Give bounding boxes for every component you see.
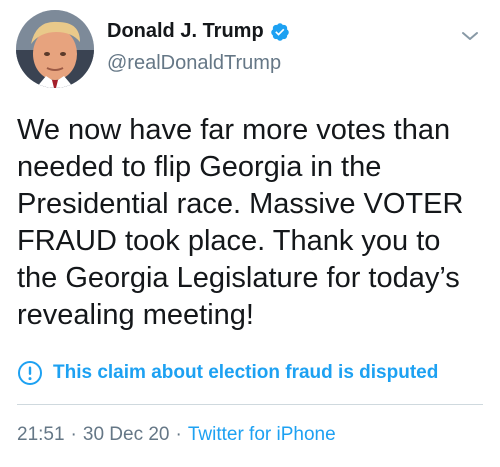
- disputed-claim-label[interactable]: This claim about election fraud is dispu…: [17, 360, 438, 386]
- author-handle[interactable]: @realDonaldTrump: [107, 52, 281, 75]
- tweet-meta: 21:51 · 30 Dec 20 · Twitter for iPhone: [17, 424, 336, 446]
- meta-separator: ·: [175, 424, 182, 445]
- profile-photo-icon: [16, 10, 94, 88]
- verified-badge-icon: [270, 22, 289, 41]
- tweet-source-link[interactable]: Twitter for iPhone: [188, 424, 336, 446]
- tweet-card: Donald J. Trump @realDonaldTrump We now …: [0, 0, 500, 467]
- avatar[interactable]: [16, 10, 94, 88]
- disputed-claim-text[interactable]: This claim about election fraud is dispu…: [53, 362, 438, 384]
- exclamation-circle-icon: [18, 361, 42, 385]
- author-name-row: Donald J. Trump: [107, 20, 290, 43]
- tweet-time[interactable]: 21:51: [17, 424, 65, 446]
- meta-separator: ·: [70, 424, 77, 445]
- more-options-button[interactable]: [458, 24, 482, 48]
- divider: [17, 404, 483, 405]
- chevron-down-icon: [462, 32, 478, 40]
- tweet-text: We now have far more votes than needed t…: [17, 114, 464, 331]
- tweet-date[interactable]: 30 Dec 20: [83, 424, 170, 446]
- display-name[interactable]: Donald J. Trump: [107, 20, 264, 43]
